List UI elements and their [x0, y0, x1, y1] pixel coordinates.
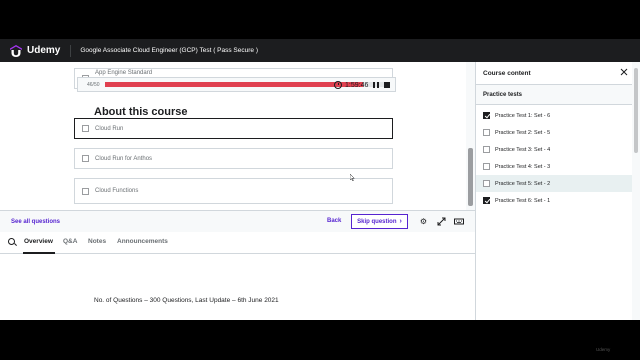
progress-count: 46/50	[87, 81, 100, 88]
option-label: App Engine Standard	[95, 69, 153, 76]
mouse-cursor-icon	[350, 174, 355, 181]
gear-icon[interactable]: ⚙	[419, 217, 428, 226]
tab-notes[interactable]: Notes	[88, 238, 106, 245]
option-label: Cloud Run for Anthos	[95, 155, 153, 162]
sidebar-item-label: Practice Test 5: Set - 2	[495, 180, 551, 187]
scrollbar-thumb[interactable]	[468, 148, 473, 206]
stop-icon[interactable]	[383, 82, 390, 88]
sidebar-scrollbar[interactable]	[632, 62, 640, 320]
tab-qa[interactable]: Q&A	[63, 238, 77, 245]
keyboard-icon[interactable]	[454, 217, 464, 226]
sidebar-item[interactable]: Practice Test 5: Set - 2	[476, 175, 632, 192]
pause-icon[interactable]	[373, 82, 379, 88]
sidebar-header: Course content	[476, 62, 632, 85]
quiz-action-bar: See all questions Back Skip question › ⚙	[0, 210, 475, 232]
quiz-scrollbar[interactable]	[466, 62, 475, 210]
sidebar-item[interactable]: Practice Test 1: Set - 6	[476, 107, 632, 124]
option-checkbox[interactable]	[82, 187, 89, 195]
udemy-logo-icon	[8, 44, 24, 57]
sidebar-item-label: Practice Test 4: Set - 3	[495, 163, 551, 170]
item-checkbox[interactable]	[483, 146, 490, 153]
course-content-sidebar: Course content Practice tests Practice T…	[475, 62, 632, 320]
item-checkbox[interactable]	[483, 163, 490, 170]
item-checkbox[interactable]	[483, 197, 490, 204]
back-button[interactable]: Back	[327, 218, 341, 224]
main-content: App Engine Standard 46/50 1:59:46 Cloud …	[0, 62, 475, 320]
section-title: Practice tests	[483, 91, 523, 98]
timer: 1:59:46	[334, 79, 390, 91]
quiz-progress-bar: 46/50 1:59:46	[77, 77, 396, 92]
sidebar-item-list: Practice Test 1: Set - 6 Practice Test 2:…	[476, 107, 632, 209]
course-tabs: Overview Q&A Notes Announcements	[0, 232, 475, 254]
option-label: Cloud Functions	[95, 188, 139, 194]
option-checkbox[interactable]	[82, 125, 89, 132]
tab-overview[interactable]: Overview	[24, 238, 53, 245]
sidebar-item-label: Practice Test 3: Set - 4	[495, 146, 551, 153]
search-icon[interactable]	[8, 238, 15, 245]
sidebar-item-label: Practice Test 6: Set - 1	[495, 197, 551, 204]
udemy-logo[interactable]: Udemy	[8, 44, 61, 57]
sidebar-item[interactable]: Practice Test 3: Set - 4	[476, 141, 632, 158]
section-practice-tests[interactable]: Practice tests	[476, 85, 632, 105]
about-text: No. of Questions – 300 Questions, Last U…	[94, 297, 279, 304]
header-divider	[70, 44, 72, 57]
sidebar-item[interactable]: Practice Test 2: Set - 5	[476, 124, 632, 141]
scrollbar-thumb[interactable]	[634, 68, 638, 153]
see-all-questions-link[interactable]: See all questions	[11, 219, 60, 225]
top-header: Udemy Google Associate Cloud Engineer (G…	[0, 39, 640, 62]
timer-value: 1:59:46	[345, 81, 369, 89]
brand-name: Udemy	[27, 45, 61, 56]
sidebar-item[interactable]: Practice Test 6: Set - 1	[476, 192, 632, 209]
close-icon[interactable]	[620, 68, 628, 76]
answer-option[interactable]: Cloud Run for Anthos	[74, 148, 393, 169]
quiz-panel: App Engine Standard 46/50 1:59:46 Cloud …	[0, 62, 466, 210]
active-tab-indicator	[23, 252, 55, 254]
sidebar-title: Course content	[483, 69, 531, 77]
tab-announcements[interactable]: Announcements	[117, 238, 168, 245]
chevron-right-icon: ›	[399, 218, 402, 225]
skip-question-button[interactable]: Skip question ›	[351, 214, 408, 229]
answer-option[interactable]: Cloud Functions	[74, 178, 393, 204]
progress-fill	[105, 82, 363, 87]
item-checkbox[interactable]	[483, 129, 490, 136]
option-checkbox[interactable]	[82, 155, 89, 162]
app-window: Udemy Google Associate Cloud Engineer (G…	[0, 39, 640, 320]
item-checkbox[interactable]	[483, 112, 490, 119]
expand-icon[interactable]	[437, 217, 446, 226]
sidebar-item[interactable]: Practice Test 4: Set - 3	[476, 158, 632, 175]
skip-question-label: Skip question	[357, 218, 397, 225]
answer-option[interactable]: Cloud Run	[74, 118, 393, 139]
option-label: Cloud Run	[95, 125, 124, 132]
course-title[interactable]: Google Associate Cloud Engineer (GCP) Te…	[80, 47, 258, 54]
item-checkbox[interactable]	[483, 180, 490, 187]
sidebar-item-label: Practice Test 2: Set - 5	[495, 129, 551, 136]
sidebar-item-label: Practice Test 1: Set - 6	[495, 112, 551, 119]
watermark: Udemy	[596, 347, 611, 352]
about-heading: About this course	[94, 106, 188, 118]
clock-icon	[334, 81, 342, 89]
